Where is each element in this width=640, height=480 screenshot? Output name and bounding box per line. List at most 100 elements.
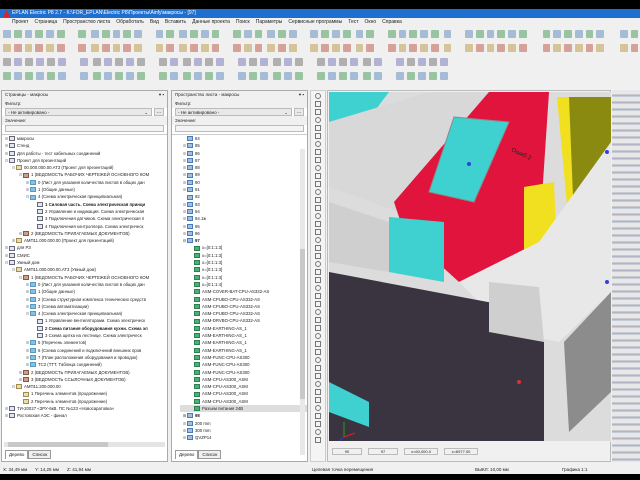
toolbar-button[interactable] (24, 44, 33, 52)
tree-item[interactable]: ⊞ Ростовская АЭС - финал (2, 412, 167, 419)
tree-item[interactable]: ⊞ 1 (Общие данные) (2, 288, 167, 295)
tree-item[interactable]: ⊞ 94 (180, 208, 307, 215)
toolbar-button[interactable] (310, 30, 319, 38)
toolbar-button[interactable] (331, 44, 340, 52)
toolbar-button[interactable] (254, 30, 263, 38)
toolbar-button[interactable] (374, 72, 382, 80)
toolbar-button[interactable] (363, 58, 371, 66)
toolbar-button[interactable] (24, 30, 33, 38)
toolbar-button[interactable] (78, 30, 87, 38)
toolbar-button[interactable] (430, 44, 439, 52)
toolbar-button[interactable] (607, 30, 615, 38)
toolbar-button[interactable] (148, 72, 156, 80)
toolbar-button[interactable] (115, 72, 123, 80)
toolbar-button[interactable] (418, 58, 426, 66)
toolbar-button[interactable] (440, 58, 448, 66)
toolbar-button[interactable] (443, 30, 452, 38)
toolbar-button[interactable] (497, 44, 506, 52)
toolbar-button[interactable] (355, 44, 364, 52)
draw-tool-button[interactable] (315, 373, 321, 379)
toolbar-button[interactable] (170, 72, 178, 80)
toolbar-button[interactable] (233, 30, 241, 38)
toolbar-button[interactable] (619, 30, 628, 38)
tree-item[interactable]: 1 Управление вентиляторами. Схема электр… (2, 317, 167, 324)
toolbar-button[interactable] (47, 72, 55, 80)
toolbar-button[interactable] (13, 30, 22, 38)
tree-item[interactable]: 3 Подключения датчиков. Схема электричес… (2, 215, 167, 222)
page-field-2[interactable]: 97 (368, 447, 398, 455)
draw-tool-button[interactable] (315, 397, 321, 403)
toolbar-button[interactable] (574, 30, 583, 38)
tree-item[interactable]: ASM-EARTHING-AS_1 (180, 332, 307, 339)
tree-item[interactable]: ASM-CPU-AS300_ASM (180, 398, 307, 405)
toolbar-button[interactable] (607, 44, 615, 52)
tree-item[interactable]: ASM-FUNC-CPU-AS300 (180, 354, 307, 361)
tree-item[interactable]: ASM-CPU-AS300_ASM (180, 390, 307, 397)
menu-item[interactable]: Вид (150, 18, 159, 27)
menu-item[interactable]: Вставить (165, 18, 186, 27)
toolbar-button[interactable] (273, 58, 281, 66)
toolbar-button[interactable] (328, 72, 336, 80)
toolbar-button[interactable] (183, 72, 191, 80)
value-input[interactable] (175, 125, 304, 132)
toolbar-button[interactable] (284, 58, 292, 66)
toolbar-button[interactable] (317, 72, 325, 80)
tree-item[interactable]: ⊞ 93 (180, 201, 307, 208)
tree-item[interactable]: 2 Схема питания оборудования кухни. Схем… (2, 325, 167, 332)
toolbar-button[interactable] (585, 44, 594, 52)
toolbar-button[interactable] (194, 72, 202, 80)
toolbar-button[interactable] (222, 30, 230, 38)
tree-item[interactable]: ⊟ АМП11.200.000.00 (2, 383, 167, 390)
tree-item[interactable]: ⊞ Стенд (2, 142, 167, 149)
toolbar-button[interactable] (200, 44, 209, 52)
draw-tool-button[interactable] (315, 237, 321, 243)
toolbar-button[interactable] (321, 44, 329, 52)
toolbar-button[interactable] (170, 58, 178, 66)
layout-space-tree[interactable]: 84 ⊞ 85 ⊞ 86 ⊞ 87 ⊞ 88 ⊞ 89 ⊞ 90 ⊞ 91 92 ⊞ 93 ⊞ 94 ⊞ 94.1ж ⊞ 95… (172, 134, 307, 452)
toolbar-button[interactable] (14, 72, 22, 80)
toolbar-button[interactable] (78, 44, 87, 52)
filter-more-button[interactable]: … (294, 108, 304, 116)
toolbar-button[interactable] (3, 72, 11, 80)
toolbar-button[interactable] (350, 72, 358, 80)
toolbar-button[interactable] (46, 30, 54, 38)
toolbar-button[interactable] (440, 72, 448, 80)
toolbar-button[interactable] (68, 44, 76, 52)
tree-item[interactable]: ⊟ Проект для презентаций (2, 157, 167, 164)
toolbar-button[interactable] (317, 58, 325, 66)
menu-item[interactable]: Страница (34, 18, 57, 27)
draw-tool-button[interactable] (315, 365, 321, 371)
toolbar-button[interactable] (137, 58, 145, 66)
tree-item[interactable]: Разъем питания 24В (180, 404, 307, 413)
toolbar-button[interactable] (260, 72, 268, 80)
toolbar-button[interactable] (377, 44, 385, 52)
tree-item[interactable]: x=[0:1:1:3] (180, 259, 307, 266)
toolbar-button[interactable] (409, 30, 418, 38)
toolbar-button[interactable] (278, 30, 286, 38)
toolbar-button[interactable] (532, 44, 540, 52)
toolbar-button[interactable] (430, 30, 439, 38)
toolbar-button[interactable] (284, 72, 292, 80)
tree-item[interactable]: 1 Перечень элементов (продолжение) (2, 390, 167, 397)
horizontal-scrollbar[interactable] (4, 442, 165, 447)
tree-item[interactable]: ASM-DRVBO-CPU-AS332-AS (180, 317, 307, 324)
toolbar-button[interactable] (363, 72, 371, 80)
tree-item[interactable]: x=[0:1:1:4] (180, 281, 307, 288)
toolbar-button[interactable] (93, 58, 101, 66)
toolbar-button[interactable] (145, 30, 153, 38)
toolbar-button[interactable] (159, 72, 167, 80)
toolbar-button[interactable] (183, 58, 191, 66)
toolbar-button[interactable] (273, 72, 281, 80)
toolbar-button[interactable] (443, 44, 452, 52)
toolbar-button[interactable] (350, 58, 358, 66)
toolbar-button[interactable] (409, 44, 418, 52)
toolbar-button[interactable] (420, 44, 428, 52)
filter-more-button[interactable]: … (154, 108, 164, 116)
toolbar-button[interactable] (58, 72, 66, 80)
tree-item[interactable]: ASM-COVER-BAT-CPU-AS332-AS (180, 288, 307, 295)
toolbar-button[interactable] (497, 30, 506, 38)
tree-item[interactable]: ⊞ 89 (180, 171, 307, 178)
toolbar-button[interactable] (222, 44, 230, 52)
toolbar-button[interactable] (58, 58, 66, 66)
draw-tool-button[interactable] (315, 245, 321, 251)
